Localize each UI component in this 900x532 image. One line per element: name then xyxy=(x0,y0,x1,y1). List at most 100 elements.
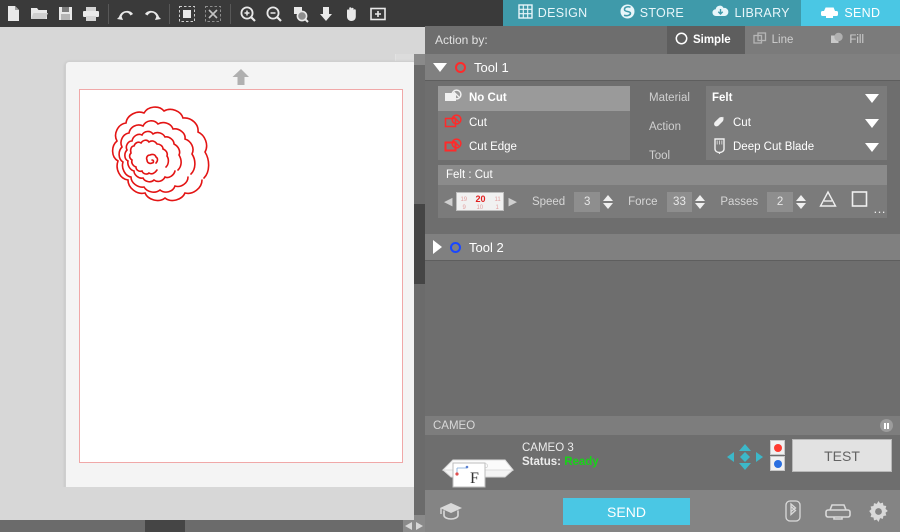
cut-edge-icon xyxy=(444,138,463,156)
nav-tab-send[interactable]: SEND xyxy=(800,0,900,26)
tab-label-simple: Simple xyxy=(692,34,731,46)
cut-mode-label: Cut xyxy=(469,116,487,129)
tab-fill[interactable]: Fill xyxy=(822,26,900,54)
open-folder-icon[interactable] xyxy=(26,1,52,27)
machine-icon[interactable] xyxy=(825,502,851,526)
chevron-down-icon[interactable] xyxy=(865,94,879,103)
deselect-all-icon[interactable] xyxy=(200,1,226,27)
cutting-mat-page[interactable] xyxy=(65,61,417,493)
main-navigation: DESIGN STORE LIBRARY SEND xyxy=(425,0,900,26)
led-red[interactable] xyxy=(770,440,785,455)
cut-mode-cut-edge[interactable]: Cut Edge xyxy=(438,135,630,160)
pause-icon[interactable] xyxy=(880,419,893,432)
pan-hand-icon[interactable] xyxy=(339,1,365,27)
bluetooth-icon[interactable] xyxy=(785,500,801,527)
force-stepper[interactable] xyxy=(695,194,706,209)
machine-status: Status: Ready xyxy=(522,456,599,468)
canvas-scroll-area[interactable] xyxy=(0,27,425,532)
toolbar-divider xyxy=(169,3,170,24)
tool-settings-dropdowns: Felt Cut Deep Cut Blade xyxy=(706,86,887,160)
tab-simple[interactable]: Simple xyxy=(666,26,745,54)
silhouette-studio-window: DESIGN STORE LIBRARY SEND Action by: Sim… xyxy=(0,0,900,532)
chevron-down-icon[interactable] xyxy=(433,62,447,72)
send-button[interactable]: SEND xyxy=(563,498,690,525)
design-scalloped-spiral[interactable] xyxy=(92,100,227,235)
cut-mode-cut[interactable]: Cut xyxy=(438,111,630,136)
tool2-header[interactable]: Tool 2 xyxy=(425,234,900,261)
new-document-icon[interactable] xyxy=(0,1,26,27)
led-indicators xyxy=(770,440,785,472)
send-bar: SEND xyxy=(425,490,900,532)
select-all-icon[interactable] xyxy=(174,1,200,27)
tool2-color-indicator xyxy=(450,241,461,253)
scroll-up-arrow[interactable] xyxy=(414,54,425,65)
passes-stepper[interactable] xyxy=(796,194,806,209)
circle-outline-icon xyxy=(675,32,688,48)
undo-icon[interactable] xyxy=(113,1,139,27)
scroll-arrows-corner[interactable] xyxy=(403,520,425,532)
settings-row: ◀ 19 20 11 9 10 1 ▶ Speed 3 Force 33 Pas… xyxy=(438,185,887,218)
action-by-bar: Action by: Simple Line Fill xyxy=(425,26,900,54)
square-tool-icon[interactable] xyxy=(850,190,869,213)
tool1-header[interactable]: Tool 1 xyxy=(425,54,900,81)
vertical-scroll-thumb[interactable] xyxy=(414,204,425,284)
nav-tab-store[interactable]: STORE xyxy=(602,0,702,26)
zoom-selection-icon[interactable] xyxy=(287,1,313,27)
cut-icon xyxy=(444,114,463,132)
action-by-label: Action by: xyxy=(435,33,488,47)
no-cut-icon xyxy=(444,89,463,107)
triangle-tool-icon[interactable] xyxy=(818,190,838,213)
gear-icon[interactable] xyxy=(868,501,889,527)
chevron-right-icon[interactable] xyxy=(433,240,442,254)
fit-to-page-icon[interactable] xyxy=(313,1,339,27)
redo-icon[interactable] xyxy=(139,1,165,27)
test-button[interactable]: TEST xyxy=(792,439,892,472)
print-icon[interactable] xyxy=(78,1,104,27)
zoom-out-icon[interactable] xyxy=(261,1,287,27)
tool-dropdown[interactable]: Deep Cut Blade xyxy=(706,135,887,160)
blade-num: 10 xyxy=(476,205,484,211)
tool-label: Tool xyxy=(649,150,671,162)
chevron-down-icon[interactable] xyxy=(865,143,879,153)
cut-mode-no-cut[interactable]: No Cut xyxy=(438,86,630,111)
blade-depth-increase-icon[interactable]: ▶ xyxy=(508,195,516,208)
dpad-arrows-icon[interactable] xyxy=(727,444,763,475)
passes-input[interactable]: 2 xyxy=(767,191,793,212)
machine-panel-title: CAMEO xyxy=(433,419,476,432)
vertical-scrollbar[interactable] xyxy=(414,54,425,526)
save-icon[interactable] xyxy=(52,1,78,27)
tool2-body xyxy=(425,261,900,416)
speed-input[interactable]: 3 xyxy=(574,191,601,212)
chevron-down-icon[interactable] xyxy=(865,118,879,128)
nav-tab-design[interactable]: DESIGN xyxy=(503,0,603,26)
nav-left-pad xyxy=(425,0,503,26)
cut-mode-list: No Cut Cut Cut Edge xyxy=(438,86,630,160)
nav-label-design: DESIGN xyxy=(537,6,588,20)
speed-stepper[interactable] xyxy=(603,194,614,209)
horizontal-scroll-thumb[interactable] xyxy=(145,520,185,532)
action-dropdown[interactable]: Cut xyxy=(706,111,887,136)
more-options-icon[interactable]: … xyxy=(873,201,887,216)
led-blue[interactable] xyxy=(770,456,785,471)
machine-panel-header: CAMEO xyxy=(425,416,900,435)
blade-depth-decrease-icon[interactable]: ◀ xyxy=(444,195,452,208)
zoom-in-icon[interactable] xyxy=(235,1,261,27)
fit-to-window-icon[interactable] xyxy=(365,1,391,27)
nav-label-store: STORE xyxy=(639,6,685,20)
blade-depth-display[interactable]: 19 20 11 9 10 1 xyxy=(456,192,505,211)
tab-line[interactable]: Line xyxy=(744,26,823,54)
blade-depth-widget[interactable]: ◀ 19 20 11 9 10 1 ▶ xyxy=(444,192,517,211)
blade-num: 19 xyxy=(460,197,468,203)
graduation-cap-icon[interactable] xyxy=(439,501,463,526)
horizontal-scrollbar[interactable] xyxy=(0,520,425,532)
force-label: Force xyxy=(628,195,658,208)
nav-tab-library[interactable]: LIBRARY xyxy=(701,0,801,26)
blade-num-selected: 20 xyxy=(475,194,486,204)
machine-status-label: Status: xyxy=(522,456,561,468)
tool1-body: No Cut Cut Cut Edge Material Action Tool… xyxy=(425,81,900,234)
canvas-region xyxy=(0,0,425,532)
tab-label-fill: Fill xyxy=(849,34,865,46)
material-dropdown[interactable]: Felt xyxy=(706,86,887,111)
machine-name: CAMEO 3 xyxy=(522,442,574,454)
force-input[interactable]: 33 xyxy=(666,191,693,212)
